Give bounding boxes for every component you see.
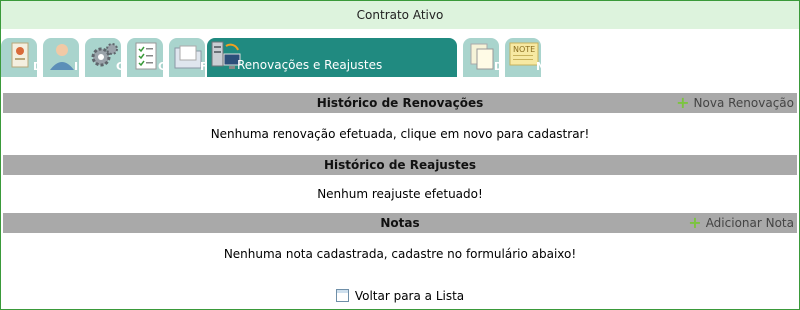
tab-configuracao[interactable]: C [85,38,121,77]
contract-window: Contrato Ativo D I C C F Renovações e Re… [0,0,800,310]
tab-letter: N [536,60,541,73]
window-title: Contrato Ativo [1,1,799,29]
tab-letter: D [33,60,37,73]
notas-header: Notas + Adicionar Nota [3,213,797,233]
notas-title: Notas [380,216,420,230]
notas-empty-message: Nenhuma nota cadastrada, cadastre no for… [223,247,577,261]
renovacoes-header: Histórico de Renovações + Nova Renovação [3,93,797,113]
tab-letter: F [200,60,205,73]
renovacoes-empty-message: Nenhuma renovação efetuada, clique em no… [210,127,590,141]
tab-documentos-2[interactable]: D [463,38,499,77]
tab-letter: I [74,60,79,73]
tab-arquivos[interactable]: F [169,38,205,77]
tab-letter: D [494,60,499,73]
nova-renovacao-label: Nova Renovação [693,96,794,110]
back-to-list-link[interactable]: Voltar para a Lista [1,289,799,303]
nova-renovacao-button[interactable]: + Nova Renovação [676,93,794,113]
note-icon-text: NOTE [513,45,535,54]
renovacoes-title: Histórico de Renovações [316,96,484,110]
list-icon [335,289,349,302]
plus-icon: + [676,93,690,112]
reajustes-empty-message: Nenhum reajuste efetuado! [317,187,483,201]
tab-checklist[interactable]: C [127,38,163,77]
tab-letter: C [158,60,163,73]
reajustes-header: Histórico de Reajustes [3,155,797,175]
tab-documentos[interactable]: D [1,38,37,77]
adicionar-nota-label: Adicionar Nota [705,216,794,230]
plus-icon: + [688,213,702,232]
certificate-icon [11,42,29,68]
adicionar-nota-button[interactable]: + Adicionar Nota [688,213,794,233]
tab-bar: D I C C F Renovações e Reajustes D NOTE [1,29,799,77]
tab-notas[interactable]: NOTE N [505,38,541,77]
tab-pessoa[interactable]: I [43,38,79,77]
tab-letter: C [116,60,121,73]
tab-renovacoes-reajustes[interactable]: Renovações e Reajustes [207,38,457,77]
back-link-label: Voltar para a Lista [354,289,465,303]
tab-label: Renovações e Reajustes [237,58,383,72]
reajustes-title: Histórico de Reajustes [323,158,477,172]
